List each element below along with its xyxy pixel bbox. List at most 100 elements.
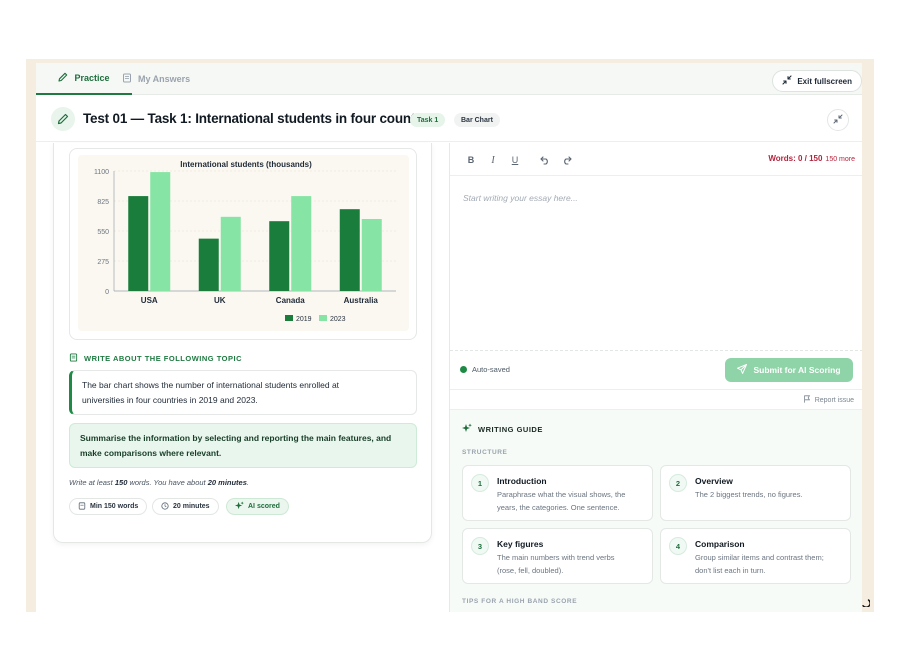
flag-icon bbox=[803, 395, 811, 405]
chip-label: 20 minutes bbox=[173, 503, 210, 510]
card-title: Key figures bbox=[497, 539, 544, 549]
redo-button[interactable] bbox=[560, 153, 574, 167]
report-issue-label: Report issue bbox=[814, 396, 854, 404]
collapse-arrows-icon bbox=[833, 111, 843, 129]
word-count: Words: 0 / 150 bbox=[768, 154, 823, 163]
time-chip: 20 minutes bbox=[152, 498, 219, 515]
chip-label: AI scored bbox=[248, 503, 280, 510]
guide-card-introduction: 1 Introduction Paraphrase what the visua… bbox=[462, 465, 653, 521]
hint-text: . bbox=[246, 478, 249, 487]
report-issue-link[interactable]: Report issue bbox=[803, 395, 854, 405]
bar bbox=[198, 238, 219, 291]
y-tick-label: 550 bbox=[97, 229, 109, 236]
task-badge: Task 1 bbox=[410, 113, 446, 127]
card-line: The 2 biggest trends, no figures. bbox=[695, 490, 803, 499]
bar bbox=[128, 196, 149, 291]
legend-swatch bbox=[285, 315, 293, 321]
chart-card: International students (thousands) 0 275 55… bbox=[69, 148, 417, 340]
guide-card-key-figures: 3 Key figures The main numbers with tren… bbox=[462, 528, 653, 584]
x-tick-label: USA bbox=[141, 296, 158, 305]
y-tick-label: 1100 bbox=[94, 169, 109, 176]
card-line: (rose, fell, doubled). bbox=[497, 565, 564, 575]
bar bbox=[361, 219, 382, 291]
card-line: years, the categories. One sentence. bbox=[497, 502, 620, 512]
clock-icon bbox=[161, 501, 169, 512]
step-number: 2 bbox=[669, 474, 687, 492]
app-window: Practice My Answers Exit fullscreen Test… bbox=[36, 63, 862, 612]
card-line: The main numbers with trend verbs bbox=[497, 553, 615, 562]
bar bbox=[291, 196, 312, 291]
min-words-chip: Min 150 words bbox=[69, 498, 148, 515]
legend-label: 2019 bbox=[296, 316, 312, 323]
step-number: 3 bbox=[471, 537, 489, 555]
submit-label: Submit for AI Scoring bbox=[753, 365, 841, 375]
sparkle-icon bbox=[235, 501, 244, 512]
send-icon bbox=[737, 364, 748, 376]
word-time-hint: Write at least 150 words. You have about… bbox=[69, 478, 249, 487]
scroll-icon bbox=[122, 73, 132, 85]
prompt-line: The bar chart shows the number of intern… bbox=[82, 380, 340, 390]
bar bbox=[150, 172, 171, 291]
ai-scored-chip: AI scored bbox=[226, 498, 289, 515]
bold-button[interactable]: B bbox=[464, 153, 478, 167]
card-description: The 2 biggest trends, no figures. bbox=[695, 489, 847, 502]
x-tick-label: Australia bbox=[344, 296, 379, 305]
italic-button[interactable]: I bbox=[486, 153, 500, 167]
pencil-icon bbox=[58, 72, 68, 84]
card-description: The main numbers with trend verbs (rose,… bbox=[497, 552, 649, 577]
tab-my-answers[interactable]: My Answers bbox=[122, 63, 190, 95]
hint-time: 20 minutes bbox=[207, 478, 247, 487]
writing-panel: B I U Words: 0 / 150 150 more Start writi… bbox=[449, 143, 862, 612]
bar bbox=[220, 216, 241, 291]
topic-prompt: The bar chart shows the number of intern… bbox=[69, 370, 417, 415]
underline-button[interactable]: U bbox=[508, 153, 522, 167]
bar bbox=[339, 209, 360, 291]
tab-practice[interactable]: Practice bbox=[36, 63, 132, 95]
editor-toolbar: B I U Words: 0 / 150 150 more bbox=[450, 143, 862, 176]
redo-icon bbox=[564, 156, 572, 165]
chip-label: Min 150 words bbox=[90, 503, 139, 510]
writing-guide-label: WRITING GUIDE bbox=[478, 424, 543, 434]
exit-fullscreen-label: Exit fullscreen bbox=[797, 76, 852, 86]
x-tick-label: Canada bbox=[276, 296, 305, 305]
collapse-button[interactable] bbox=[827, 109, 849, 131]
bar-chart: International students (thousands) 0 275 55… bbox=[94, 160, 396, 323]
tab-practice-label: Practice bbox=[74, 73, 110, 83]
minimize-arrows-icon bbox=[782, 75, 792, 87]
x-tick-label: UK bbox=[214, 296, 226, 305]
page-title: Test 01 — Task 1: International students… bbox=[83, 111, 439, 126]
step-number: 1 bbox=[471, 474, 489, 492]
structure-label: STRUCTURE bbox=[462, 449, 508, 456]
status-dot bbox=[460, 366, 467, 373]
legend-label: 2023 bbox=[330, 316, 346, 323]
top-tab-bar: Practice My Answers Exit fullscreen bbox=[36, 63, 862, 95]
legend-swatch bbox=[319, 315, 327, 321]
writing-guide: WRITING GUIDE STRUCTURE 1 Introduction P… bbox=[450, 409, 862, 612]
task-panel: International students (thousands) 0 275 55… bbox=[53, 143, 432, 543]
word-counter: Words: 0 / 150 150 more bbox=[768, 154, 855, 163]
words-remaining: 150 more bbox=[825, 156, 855, 163]
autosave-label: Auto-saved bbox=[472, 365, 510, 374]
undo-button[interactable] bbox=[538, 153, 552, 167]
task-instruction: Summarise the information by selecting a… bbox=[69, 423, 417, 468]
essay-editor[interactable]: Start writing your essay here... bbox=[450, 177, 862, 351]
y-tick-label: 0 bbox=[105, 289, 109, 296]
task-header: Test 01 — Task 1: International students… bbox=[36, 96, 862, 142]
hint-word-count: 150 bbox=[114, 478, 128, 487]
report-row: Report issue bbox=[450, 389, 862, 409]
guide-card-comparison: 4 Comparison Group similar items and con… bbox=[660, 528, 851, 584]
undo-icon bbox=[540, 156, 548, 165]
chart-title: International students (thousands) bbox=[180, 160, 312, 169]
submit-button[interactable]: Submit for AI Scoring bbox=[725, 358, 853, 382]
guide-card-overview: 2 Overview The 2 biggest trends, no figu… bbox=[660, 465, 851, 521]
hint-text: words. You have about bbox=[127, 478, 208, 487]
topic-heading: WRITE ABOUT THE FOLLOWING TOPIC bbox=[69, 353, 242, 364]
hint-text: Write at least bbox=[69, 478, 115, 487]
exit-fullscreen-button[interactable]: Exit fullscreen bbox=[772, 70, 862, 92]
sparkle-icon bbox=[462, 423, 472, 435]
card-title: Introduction bbox=[497, 476, 547, 486]
card-line: Group similar items and contrast them; bbox=[695, 553, 824, 562]
writing-guide-heading: WRITING GUIDE bbox=[462, 423, 543, 435]
edit-icon bbox=[51, 107, 75, 131]
y-tick-label: 825 bbox=[97, 199, 109, 206]
